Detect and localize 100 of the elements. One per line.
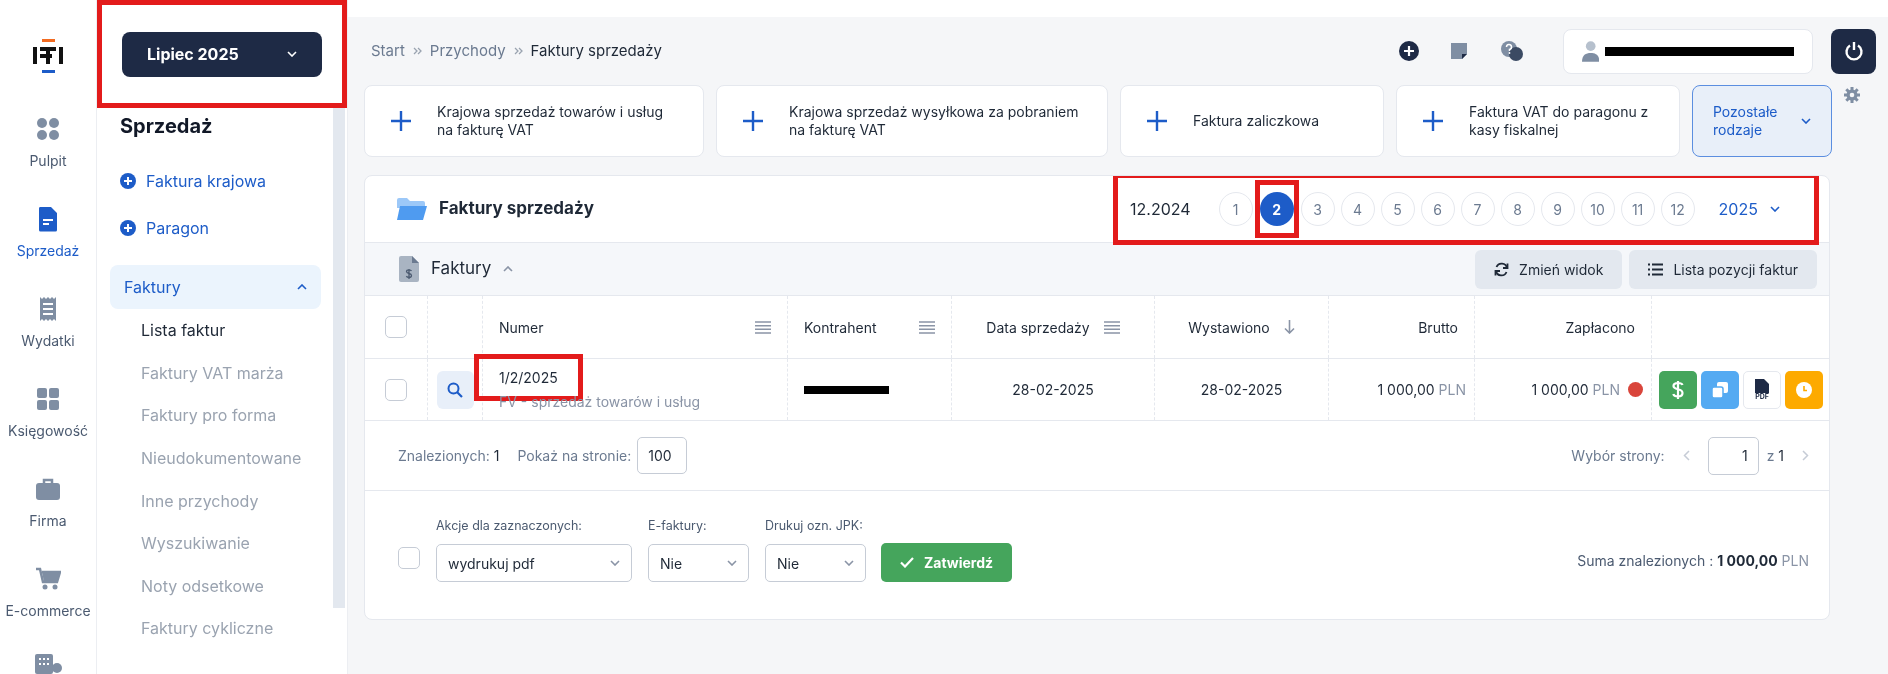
double-chevron-icon: [412, 47, 422, 55]
chevron-icon: [610, 560, 620, 566]
item-list-button[interactable]: Lista pozycji faktur: [1629, 249, 1817, 289]
settings-icon[interactable]: [1844, 87, 1860, 103]
page-field[interactable]: 1: [1707, 436, 1759, 475]
search-icon: [447, 381, 463, 398]
select-field[interactable]: wydrukuj pdf: [436, 544, 632, 582]
year-dropdown[interactable]: 2025: [1718, 197, 1780, 221]
plus-icon: [1146, 110, 1168, 132]
checkbox[interactable]: [398, 547, 420, 569]
month-button[interactable]: 2: [1259, 192, 1294, 226]
section-toggle[interactable]: Faktury: [431, 256, 514, 282]
dashboard-icon: [35, 116, 61, 142]
user-menu[interactable]: [1563, 28, 1813, 74]
panel-title: Faktury sprzedaży: [439, 197, 594, 221]
section-title: Sprzedaż: [119, 113, 214, 140]
checkbox[interactable]: [385, 378, 407, 401]
list-icon: [1648, 262, 1664, 276]
column-menu-icon[interactable]: [755, 320, 771, 334]
column-menu-icon[interactable]: [919, 320, 935, 334]
menu-group[interactable]: Faktury: [110, 265, 321, 309]
table-cell: 28-02-2025: [952, 359, 1155, 420]
payment-button[interactable]: [1659, 370, 1697, 409]
double-chevron-icon: [513, 47, 523, 55]
reminder-button[interactable]: [1785, 370, 1823, 409]
user-icon: [1582, 40, 1600, 62]
logout-button[interactable]: [1831, 28, 1876, 74]
period-dropdown[interactable]: Lipiec 2025: [122, 31, 322, 77]
per-page-label: Pokaż na stronie:: [517, 446, 632, 466]
select-field[interactable]: Nie: [648, 544, 749, 582]
select-field[interactable]: Nie: [765, 544, 866, 582]
preview-button[interactable]: [436, 370, 474, 409]
refresh-icon: [1494, 261, 1510, 277]
sort-arrow-icon[interactable]: [1283, 320, 1295, 334]
column-header[interactable]: Wystawiono: [1188, 316, 1270, 338]
currency: PLN: [1592, 380, 1620, 400]
chat-icon[interactable]: [1499, 40, 1525, 62]
column-menu-icon[interactable]: [1103, 320, 1120, 334]
breadcrumb-link[interactable]: Przychody: [429, 39, 506, 63]
copy-icon: [1711, 380, 1729, 399]
column-header[interactable]: Zapłacono: [1565, 316, 1635, 338]
document-icon: [1755, 379, 1769, 393]
new-invoice-card[interactable]: Krajowa sprzedaż towarów i usług na fakturę VAT: [364, 85, 704, 157]
nav-item[interactable]: Sprzedaż: [0, 202, 97, 292]
nav-item[interactable]: Firma: [0, 472, 97, 562]
more-types-dropdown[interactable]: Pozostałe rodzaje: [1692, 85, 1832, 157]
column-header[interactable]: Kontrahent: [804, 316, 877, 338]
new-invoice-card[interactable]: Faktura VAT do paragonu z kasy fiskalnej: [1396, 85, 1680, 157]
chevron-up-icon: [297, 284, 307, 290]
briefcase-icon: [35, 476, 61, 502]
page-label: Wybór strony:: [1571, 446, 1665, 466]
breadcrumb-link[interactable]: Start: [371, 39, 405, 63]
scrollbar[interactable]: [333, 108, 345, 608]
results-count: Znalezionych: 1: [398, 446, 500, 466]
new-invoice-card[interactable]: Faktura zaliczkowa: [1120, 85, 1384, 157]
create-link[interactable]: Faktura krajowa: [110, 157, 321, 204]
previous-period-link[interactable]: 12.2024: [1130, 197, 1191, 221]
sum-label: Suma znalezionych :: [1577, 551, 1714, 571]
chevron-icon: [287, 51, 297, 57]
table-cell: 28-02-2025: [1155, 359, 1329, 420]
checkbox[interactable]: [385, 316, 407, 338]
copy-button[interactable]: [1701, 370, 1739, 409]
power-icon: [1843, 41, 1864, 61]
column-header[interactable]: Brutto: [1418, 316, 1458, 338]
chevron-icon: [1769, 206, 1780, 212]
nav-item[interactable]: Wydatki: [0, 292, 97, 382]
nav-item[interactable]: Pulpit: [0, 112, 97, 202]
clock-icon: [1796, 381, 1812, 398]
page-title: Faktury sprzedaży: [530, 39, 662, 62]
logo[interactable]: [33, 39, 63, 73]
nav-item[interactable]: Księgowość: [0, 382, 97, 472]
column-header[interactable]: Numer: [499, 316, 544, 338]
currency: PLN: [1781, 551, 1809, 571]
new-invoice-card[interactable]: Krajowa sprzedaż wysyłkowa za pobraniem na fakturę VAT: [716, 85, 1108, 157]
check-icon: [900, 557, 914, 568]
plus-icon: [1422, 110, 1444, 132]
amount: 1 000,00: [1377, 380, 1435, 400]
add-icon[interactable]: [1399, 41, 1419, 61]
column-header[interactable]: Data sprzedaży: [986, 316, 1090, 338]
previous-page-icon[interactable]: [1682, 450, 1690, 461]
field-label: E-faktury:: [648, 517, 708, 536]
field-label: Akcje dla zaznaczonych:: [436, 517, 583, 536]
chevron-icon: [1801, 118, 1811, 124]
sum-amount: 1 000,00: [1717, 551, 1778, 571]
note-icon[interactable]: [1449, 41, 1469, 61]
calculator-icon: [35, 386, 61, 412]
amount: 1 000,00: [1531, 380, 1589, 400]
plus-circle-icon: [120, 172, 136, 189]
plus-circle-icon: [120, 219, 136, 236]
currency: PLN: [1438, 380, 1466, 400]
next-page-icon[interactable]: [1802, 450, 1809, 461]
menu-item[interactable]: Lista faktur: [110, 309, 321, 352]
create-link[interactable]: Paragon: [110, 204, 321, 251]
folder-icon: [397, 198, 427, 220]
per-page-field[interactable]: 100: [637, 437, 688, 474]
nav-item[interactable]: E-commerce: [0, 562, 97, 652]
field-label: Drukuj ozn. JPK:: [765, 517, 864, 536]
change-view-button[interactable]: Zmień widok: [1475, 249, 1623, 289]
building-icon[interactable]: [33, 652, 63, 674]
plus-icon: [390, 110, 412, 132]
